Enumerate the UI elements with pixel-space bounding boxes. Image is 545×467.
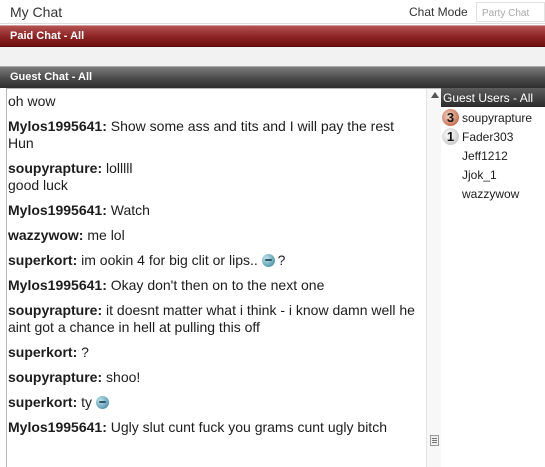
message-username[interactable]: wazzywow [8,227,83,243]
chat-message: superkort im ookin 4 for big clit or lip… [8,252,420,269]
chat-message-area[interactable]: oh wow Mylos1995641 Show some ass and ti… [6,88,441,467]
message-text: oh wow [8,93,56,109]
chat-message: Mylos1995641 Show some ass and tits and … [8,118,420,152]
user-list-item[interactable]: wazzywow [441,184,545,203]
user-list-item[interactable]: 1 Fader303 [441,127,545,146]
chat-message: soupyrapture it doesnt matter what i thi… [8,302,420,336]
user-list-item[interactable]: Jeff1212 [441,146,545,165]
chat-message: oh wow [8,93,420,110]
scroll-thumb[interactable] [430,435,439,446]
message-username[interactable]: superkort [8,252,77,268]
user-name: Jeff1212 [462,149,508,163]
page-title: My Chat [10,4,63,20]
message-text: me lol [87,227,125,243]
rank-badge-icon: 3 [442,109,459,126]
user-name: soupyrapture [462,111,533,125]
message-text-line2: good luck [8,177,68,193]
chat-message: superkort ? [8,344,420,361]
message-username[interactable]: Mylos1995641 [8,277,107,293]
message-username[interactable]: soupyrapture [8,369,102,385]
chat-message: superkort ty [8,394,420,411]
top-bar: My Chat Chat Mode Party Chat [0,0,545,24]
guest-users-title: Guest Users - All [443,91,534,105]
paid-chat-body [0,47,545,67]
guest-chat-title: Guest Chat - All [10,71,93,83]
chat-mode-select[interactable]: Party Chat [476,2,545,22]
message-username[interactable]: soupyrapture [8,160,102,176]
message-text: im ookin 4 for big clit or lips.. [81,252,258,268]
user-list-item[interactable]: 3 soupyrapture [441,108,545,127]
chat-message: Mylos1995641 Okay don't then on to the n… [8,277,420,294]
message-username[interactable]: soupyrapture [8,302,102,318]
message-text-after: ? [277,252,286,268]
message-username[interactable]: Mylos1995641 [8,419,107,435]
scroll-up-arrow-icon[interactable] [431,92,439,98]
user-list-item[interactable]: Jjok_1 [441,165,545,184]
message-text: lolllll [106,160,133,176]
chat-message: soupyrapture lolllll good luck [8,160,420,194]
chat-message: soupyrapture shoo! [8,369,420,386]
chat-message: Mylos1995641 Watch [8,202,420,219]
message-list: oh wow Mylos1995641 Show some ass and ti… [8,93,420,444]
guest-users-panel: Guest Users - All 3 soupyrapture 1 Fader… [441,88,545,467]
chat-mode-label: Chat Mode [409,5,468,19]
chat-scrollbar[interactable] [426,89,441,467]
guest-chat-header[interactable]: Guest Chat - All [0,66,545,88]
smiley-icon [261,254,275,267]
message-username[interactable]: superkort [8,344,77,360]
chat-message: wazzywow me lol [8,227,420,244]
message-text: shoo! [106,369,141,385]
smiley-icon [95,396,109,409]
message-text: Watch [110,202,150,218]
user-name: wazzywow [462,187,520,201]
user-name: Fader303 [462,130,514,144]
chat-message: Mylos1995641 Ugly slut cunt fuck you gra… [8,419,420,436]
message-text: Okay don't then on to the next one [110,277,325,293]
user-name: Jjok_1 [462,168,497,182]
message-username[interactable]: Mylos1995641 [8,202,107,218]
message-text: ty [81,394,93,410]
guest-users-header[interactable]: Guest Users - All [441,88,545,107]
paid-chat-header[interactable]: Paid Chat - All [0,25,545,47]
message-text: Ugly slut cunt fuck you grams cunt ugly … [110,419,387,435]
rank-badge-icon: 1 [442,128,459,145]
user-list: 3 soupyrapture 1 Fader303 Jeff1212 Jjok_… [441,108,545,203]
paid-chat-title: Paid Chat - All [10,30,85,42]
message-username[interactable]: Mylos1995641 [8,118,107,134]
message-text: ? [81,344,89,360]
message-username[interactable]: superkort [8,394,77,410]
